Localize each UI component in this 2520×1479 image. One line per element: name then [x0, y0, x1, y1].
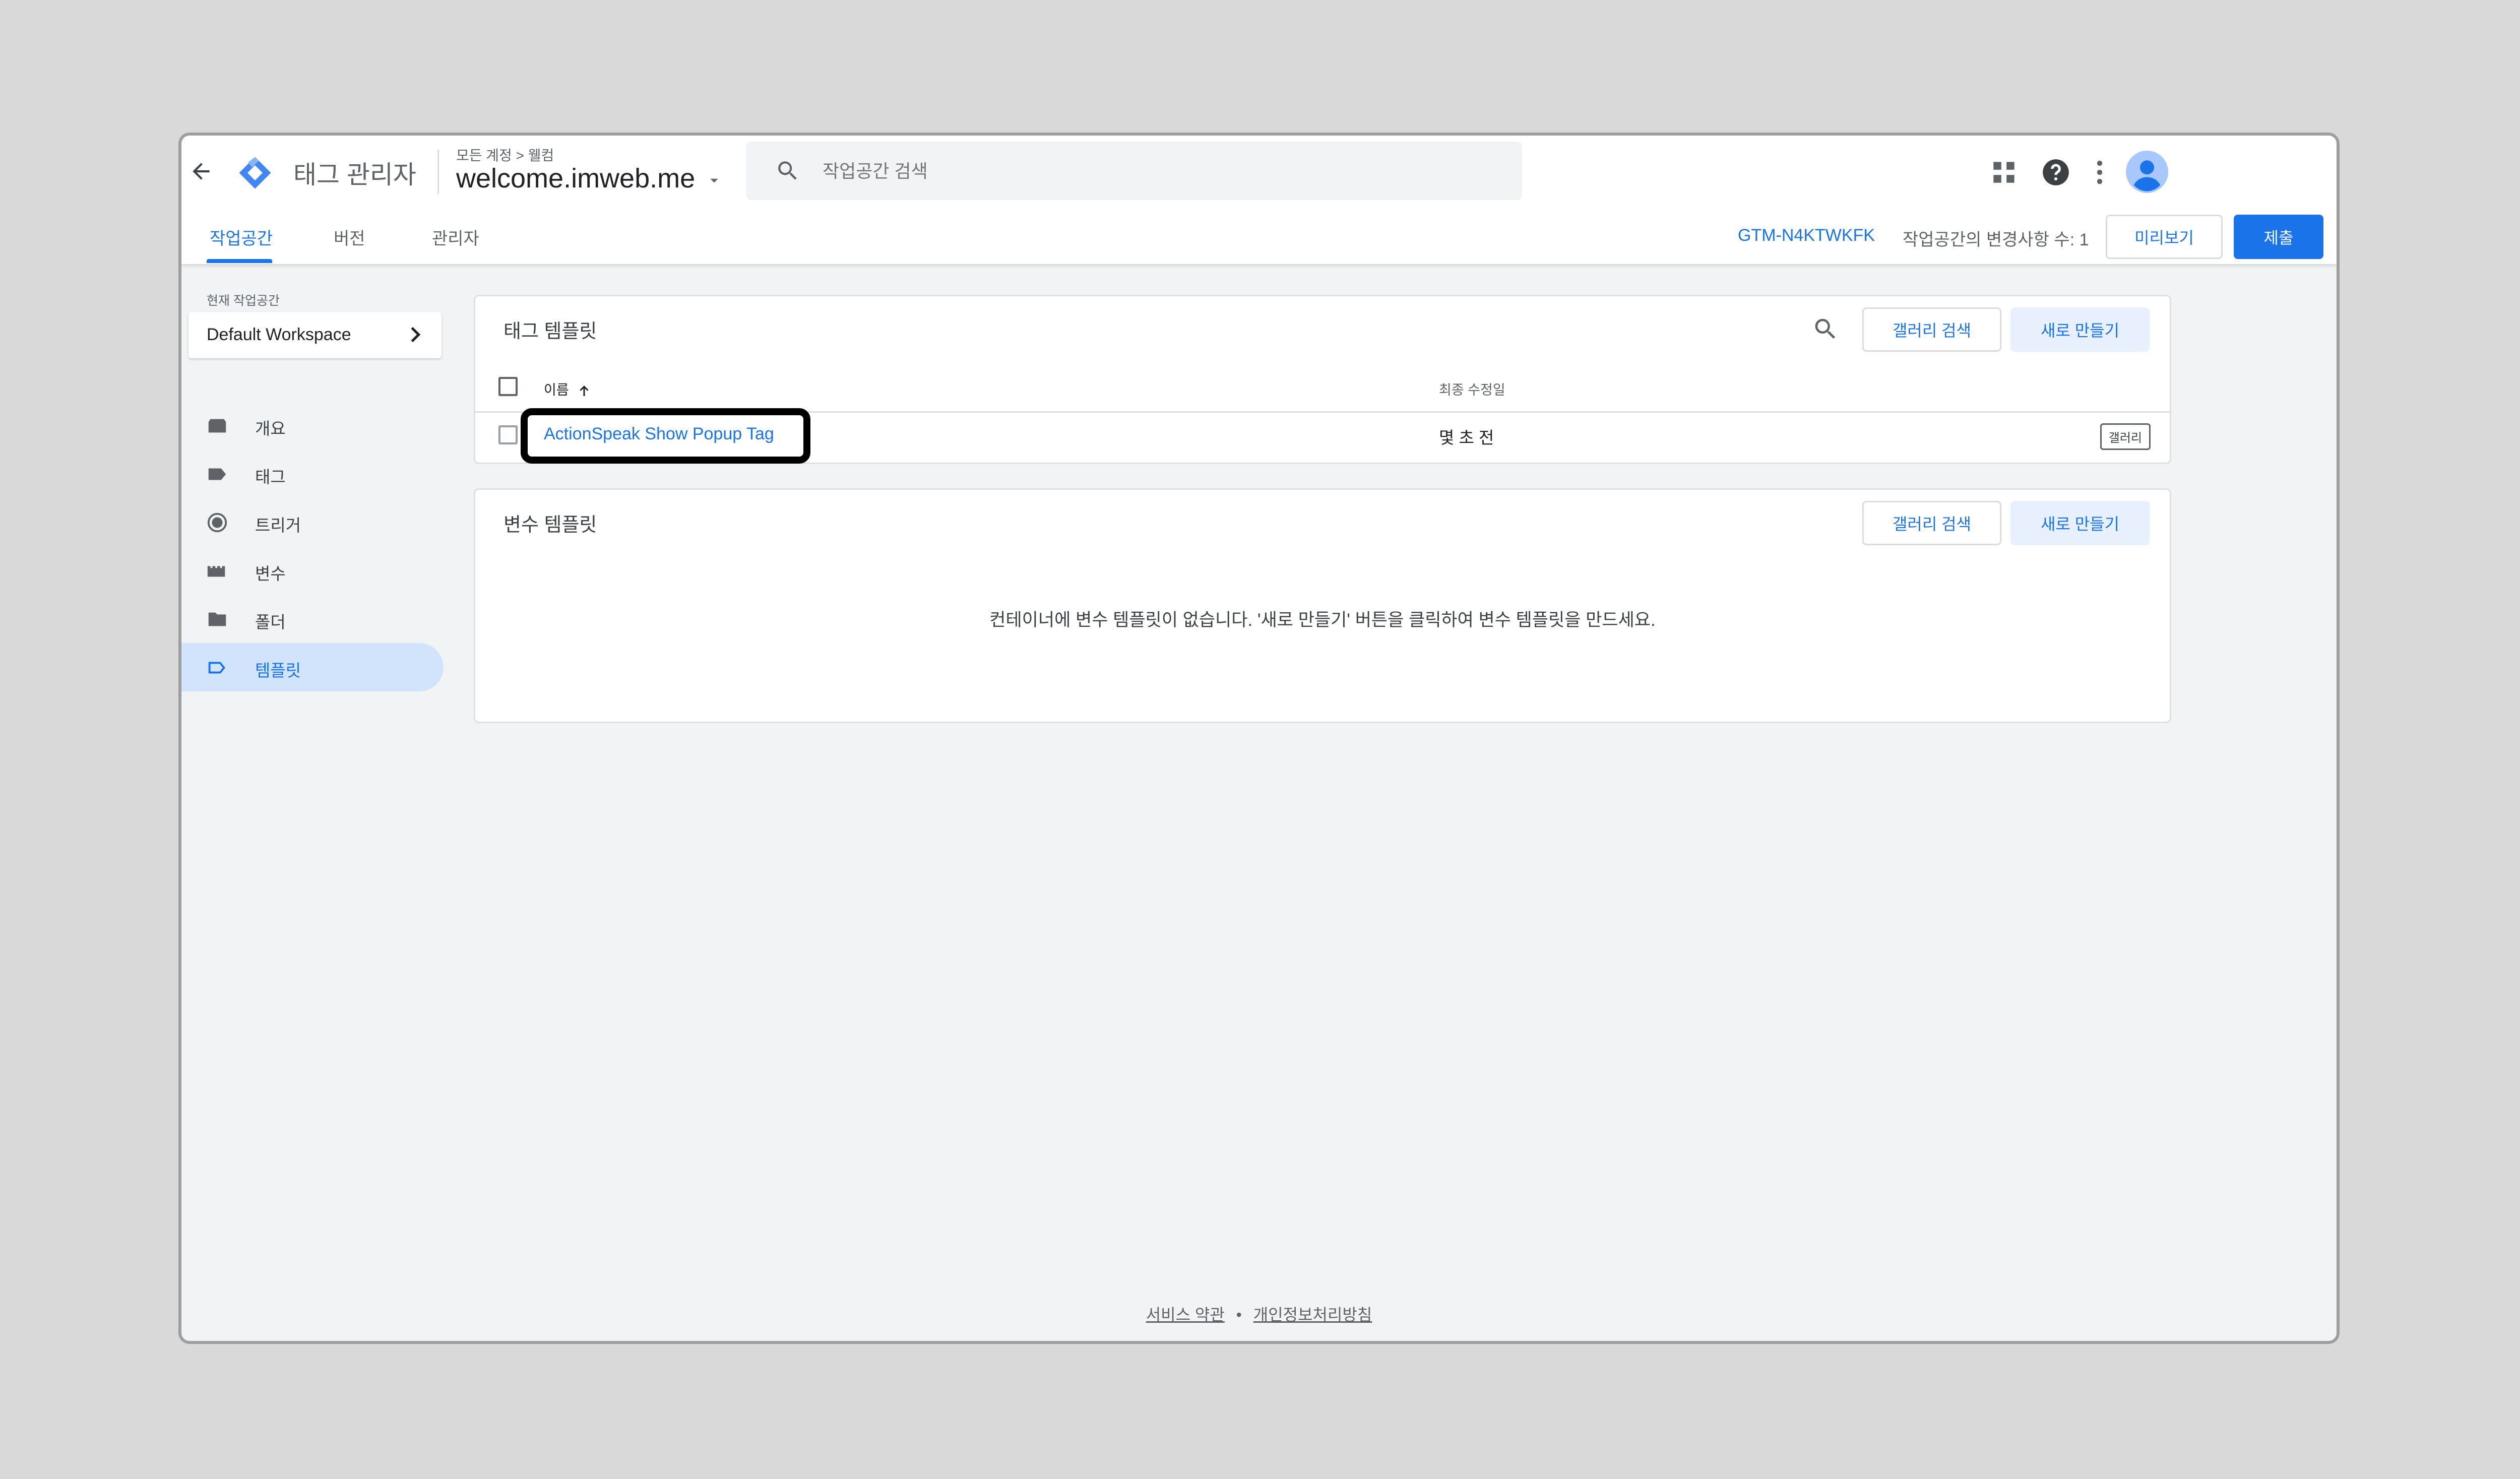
tag-templates-title: 태그 템플릿 — [503, 321, 597, 342]
sidebar-item-label: 트리거 — [255, 516, 301, 535]
sidebar-item-overview[interactable]: 개요 — [181, 401, 444, 449]
browser-window: 태그 관리자 모든 계정 > 웰컴 welcome.imweb.me 작업공간 … — [178, 133, 2340, 1344]
header-divider — [437, 150, 439, 194]
apps-grid-icon[interactable] — [1988, 157, 2020, 188]
workspace-tabbar: 작업공간 버전 관리자 GTM-N4KTWKFK 작업공간의 변경사항 수: 1… — [181, 209, 2337, 264]
sidebar-item-folders[interactable]: 폴더 — [181, 595, 444, 643]
folder-icon — [208, 612, 226, 626]
sidebar-item-templates[interactable]: 템플릿 — [181, 643, 444, 691]
workspace-name: Default Workspace — [207, 325, 351, 344]
variable-templates-card: 변수 템플릿 갤러리 검색 새로 만들기 컨테이너에 변수 템플릿이 없습니다.… — [474, 488, 2171, 723]
empty-state-message: 컨테이너에 변수 템플릿이 없습니다. '새로 만들기' 버튼을 클릭하여 변수… — [989, 610, 1656, 630]
tag-new-template-button[interactable]: 새로 만들기 — [2010, 307, 2150, 352]
search-icon[interactable] — [1812, 315, 1839, 343]
terms-link[interactable]: 서비스 약관 — [1146, 1306, 1225, 1324]
highlight-box — [521, 408, 810, 464]
footer: 서비스 약관 • 개인정보처리방침 — [181, 1302, 2337, 1325]
tag-icon — [208, 468, 226, 480]
search-icon — [778, 161, 797, 180]
active-tab-indicator — [207, 259, 272, 263]
sort-ascending-icon — [580, 385, 589, 396]
preview-button[interactable]: 미리보기 — [2106, 215, 2223, 259]
tab-versions[interactable]: 버전 — [334, 225, 365, 249]
column-header-name[interactable]: 이름 — [544, 379, 592, 399]
sidebar-item-tags[interactable]: 태그 — [181, 449, 444, 498]
top-app-bar: 태그 관리자 모든 계정 > 웰컴 welcome.imweb.me — [181, 136, 2337, 210]
container-name: welcome.imweb.me — [456, 163, 696, 194]
sidebar-item-label: 폴더 — [255, 613, 286, 631]
more-vert-icon[interactable] — [2084, 157, 2115, 188]
help-icon[interactable] — [2040, 157, 2071, 188]
tag-gallery-search-button[interactable]: 갤러리 검색 — [1862, 307, 2001, 352]
workspace-search-box[interactable] — [746, 142, 1522, 200]
column-header-label: 이름 — [544, 382, 569, 398]
container-selector[interactable]: welcome.imweb.me — [456, 163, 721, 194]
template-icon — [208, 662, 225, 674]
tag-templates-card: 태그 템플릿 갤러리 검색 새로 만들기 이름 최종 수정일 ActionSpe… — [474, 295, 2171, 464]
sidebar-item-triggers[interactable]: 트리거 — [181, 498, 444, 546]
tab-workspace[interactable]: 작업공간 — [210, 225, 273, 249]
gallery-badge: 갤러리 — [2100, 423, 2151, 450]
chevron-right-icon — [411, 327, 421, 343]
sidebar-item-label: 개요 — [255, 419, 286, 438]
variable-icon — [207, 566, 225, 577]
app-name: 태그 관리자 — [293, 161, 416, 189]
footer-separator: • — [1236, 1306, 1242, 1324]
overview-icon — [208, 419, 226, 433]
submit-button[interactable]: 제출 — [2234, 215, 2323, 259]
sidebar-item-label: 변수 — [255, 564, 286, 583]
breadcrumb[interactable]: 모든 계정 > 웰컴 — [456, 145, 554, 165]
back-arrow-icon[interactable] — [188, 159, 214, 184]
template-modified-date: 몇 초 전 — [1439, 428, 1494, 447]
privacy-link[interactable]: 개인정보처리방침 — [1253, 1306, 1372, 1324]
variable-gallery-search-button[interactable]: 갤러리 검색 — [1862, 501, 2001, 545]
row-checkbox[interactable] — [498, 425, 518, 444]
sidebar-item-label: 템플릿 — [255, 661, 301, 680]
account-avatar-icon[interactable] — [2126, 151, 2168, 193]
variable-new-template-button[interactable]: 새로 만들기 — [2010, 501, 2150, 545]
current-workspace-label: 현재 작업공간 — [207, 294, 280, 308]
column-header-modified[interactable]: 최종 수정일 — [1439, 379, 1505, 399]
container-id[interactable]: GTM-N4KTWKFK — [1738, 226, 1875, 245]
tab-admin[interactable]: 관리자 — [432, 225, 479, 249]
workspace-selector[interactable]: Default Workspace — [188, 312, 442, 358]
workspace-changes-count: 작업공간의 변경사항 수: 1 — [1903, 230, 2089, 249]
trigger-icon — [207, 512, 227, 533]
variable-templates-title: 변수 템플릿 — [503, 515, 597, 536]
tag-manager-logo-icon — [239, 157, 271, 189]
workspace-search-input[interactable] — [822, 156, 1479, 187]
sidebar-item-label: 태그 — [255, 468, 286, 486]
dropdown-caret-icon — [710, 178, 718, 183]
select-all-checkbox[interactable] — [498, 377, 518, 396]
sidebar-item-variables[interactable]: 변수 — [181, 546, 444, 595]
